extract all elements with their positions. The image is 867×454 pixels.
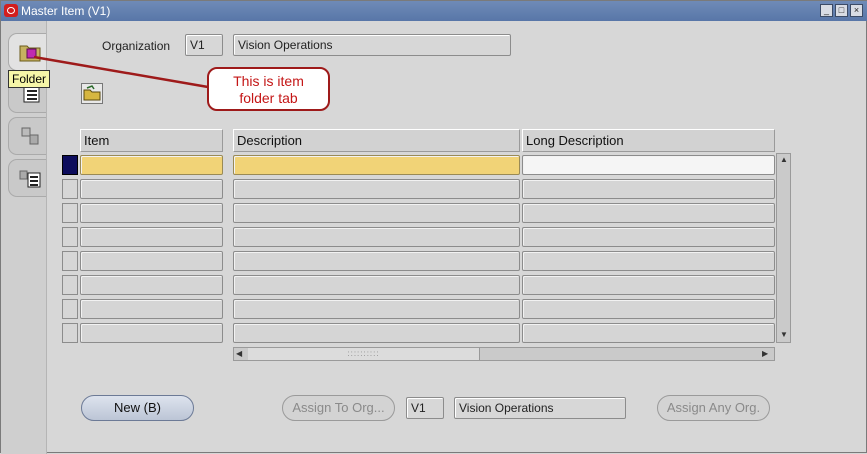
tab-folder[interactable]	[8, 33, 46, 71]
item-cell[interactable]	[80, 275, 223, 295]
long-description-cell[interactable]	[522, 227, 775, 247]
vertical-scrollbar[interactable]: ▲ ▼	[776, 153, 791, 343]
row-selector[interactable]	[62, 251, 78, 271]
description-cell[interactable]	[233, 323, 520, 343]
column-header-description[interactable]: Description	[233, 129, 520, 152]
column-header-item[interactable]: Item	[80, 129, 223, 152]
assign-to-org-button[interactable]: Assign To Org...	[282, 395, 395, 421]
description-cell[interactable]	[233, 155, 520, 175]
row-selector[interactable]	[62, 323, 78, 343]
scroll-right-icon[interactable]: ▶	[762, 349, 768, 358]
row-selector[interactable]	[62, 179, 78, 199]
maximize-button[interactable]: □	[835, 4, 848, 17]
item-cell[interactable]	[80, 227, 223, 247]
items-icon	[21, 127, 39, 145]
description-cell[interactable]	[233, 179, 520, 199]
open-folder-icon	[83, 85, 101, 101]
item-cell[interactable]	[80, 299, 223, 319]
long-description-cell[interactable]	[522, 203, 775, 223]
item-cell[interactable]	[80, 203, 223, 223]
long-description-cell[interactable]	[522, 275, 775, 295]
assign-any-org-button[interactable]: Assign Any Org.	[657, 395, 770, 421]
title-bar: Master Item (V1) _ □ ×	[1, 1, 867, 21]
new-button[interactable]: New (B)	[81, 395, 194, 421]
long-description-cell[interactable]	[522, 179, 775, 199]
long-description-cell[interactable]	[522, 251, 775, 271]
organization-label: Organization	[102, 39, 171, 53]
row-selector[interactable]	[62, 299, 78, 319]
callout-line-1: This is item	[233, 73, 304, 89]
tab-items[interactable]	[8, 117, 46, 155]
description-cell[interactable]	[233, 227, 520, 247]
folder-tooltip: Folder	[8, 70, 51, 88]
scroll-left-icon[interactable]: ◀	[236, 349, 242, 358]
item-cell[interactable]	[80, 179, 223, 199]
description-cell[interactable]	[233, 299, 520, 319]
horizontal-scroll-thumb[interactable]: ::::::::::	[248, 348, 480, 360]
organization-code-field[interactable]: V1	[185, 34, 223, 56]
window-title: Master Item (V1)	[21, 4, 111, 18]
row-selector[interactable]	[62, 227, 78, 247]
close-button[interactable]: ×	[850, 4, 863, 17]
item-cell[interactable]	[80, 251, 223, 271]
item-cell[interactable]	[80, 323, 223, 343]
long-description-cell[interactable]	[522, 323, 775, 343]
row-selector[interactable]	[62, 203, 78, 223]
organization-name-field[interactable]: Vision Operations	[233, 34, 511, 56]
callout-line-2: folder tab	[239, 90, 298, 106]
row-selector[interactable]	[62, 275, 78, 295]
assign-org-name-field[interactable]: Vision Operations	[454, 397, 626, 419]
annotation-callout: This is item folder tab	[207, 67, 330, 111]
long-description-cell[interactable]	[522, 155, 775, 175]
scroll-up-icon[interactable]: ▲	[780, 155, 788, 164]
folder-icon	[19, 45, 41, 62]
oracle-icon	[4, 4, 18, 17]
row-selector[interactable]	[62, 155, 78, 175]
master-item-window: Master Item (V1) _ □ × Folder Organizati…	[0, 0, 867, 454]
long-description-cell[interactable]	[522, 299, 775, 319]
horizontal-scrollbar[interactable]: ◀ :::::::::: ▶	[233, 347, 775, 361]
column-header-long-description[interactable]: Long Description	[522, 129, 775, 152]
open-folder-button[interactable]	[81, 83, 103, 104]
scroll-down-icon[interactable]: ▼	[780, 330, 788, 339]
assign-org-code-field[interactable]: V1	[406, 397, 444, 419]
description-cell[interactable]	[233, 203, 520, 223]
item-cell[interactable]	[80, 155, 223, 175]
minimize-button[interactable]: _	[820, 4, 833, 17]
description-cell[interactable]	[233, 275, 520, 295]
tab-items-list[interactable]	[8, 159, 46, 197]
items-list-icon	[19, 170, 41, 188]
description-cell[interactable]	[233, 251, 520, 271]
